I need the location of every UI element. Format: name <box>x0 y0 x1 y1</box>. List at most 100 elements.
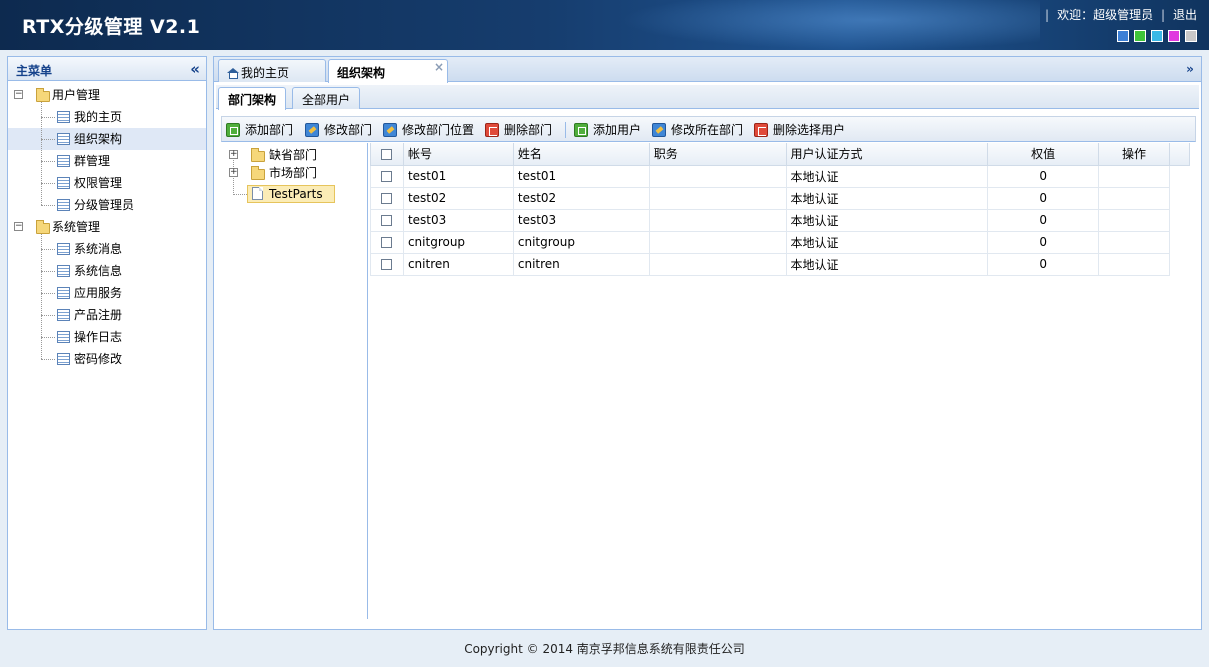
table-row[interactable]: cnitgroup cnitgroup 本地认证 0 <box>370 230 1190 254</box>
cell-auth: 本地认证 <box>785 208 989 232</box>
tab-home-label: 我的主页 <box>241 66 290 80</box>
menu-item-0-3[interactable]: 权限管理 <box>8 172 206 194</box>
cell-name: test03 <box>512 208 650 232</box>
col-op[interactable]: 操作 <box>1098 143 1170 166</box>
menu-group-1[interactable]: − 系统管理 <box>8 216 206 238</box>
close-icon[interactable]: × <box>434 60 444 74</box>
menu-item-0-4[interactable]: 分级管理员 <box>8 194 206 216</box>
delete-users-button[interactable]: 删除选择用户 <box>754 121 845 139</box>
row-checkbox[interactable] <box>370 252 404 276</box>
sidebar-title: 主菜单 <box>16 64 53 78</box>
cell-account: cnitren <box>402 252 514 276</box>
menu-item-label: 系统信息 <box>74 264 123 278</box>
cell-auth: 本地认证 <box>785 186 989 210</box>
menu-item-0-2[interactable]: 群管理 <box>8 150 206 172</box>
folder-icon <box>36 220 50 234</box>
edit-icon <box>305 123 319 137</box>
delete-dept-button[interactable]: 删除部门 <box>485 121 552 139</box>
row-checkbox[interactable] <box>370 164 404 188</box>
add-dept-button[interactable]: 添加部门 <box>226 121 293 139</box>
row-checkbox[interactable] <box>370 208 404 232</box>
subtab-users[interactable]: 全部用户 <box>292 87 361 109</box>
menu-item-label: 系统消息 <box>74 242 123 256</box>
collapse-left-icon[interactable]: « <box>190 60 200 78</box>
add-user-button[interactable]: 添加用户 <box>574 121 641 139</box>
list-icon <box>57 133 70 145</box>
col-account[interactable]: 帐号 <box>402 143 514 166</box>
footer: Copyright © 2014 南京孚邦信息系统有限责任公司 <box>464 642 745 656</box>
menu-item-0-0[interactable]: 我的主页 <box>8 106 206 128</box>
edit-dept-button[interactable]: 修改部门 <box>305 121 372 139</box>
select-all-checkbox[interactable] <box>370 143 404 166</box>
app-header: RTX分级管理 V2.1 | 欢迎：超级管理员 | 退出 <box>0 0 1209 50</box>
toolbar: 添加部门 修改部门 修改部门位置 删除部门 添加用户 修改所在部门 删除选择用户 <box>221 116 1196 142</box>
theme-swatch-cyan[interactable] <box>1151 30 1163 42</box>
expand-icon[interactable]: + <box>229 150 238 159</box>
home-icon <box>227 68 239 79</box>
cell-name: test02 <box>512 186 650 210</box>
folder-icon <box>251 148 265 162</box>
theme-swatch-blue[interactable] <box>1117 30 1129 42</box>
menu-item-1-2[interactable]: 应用服务 <box>8 282 206 304</box>
theme-swatch-pink[interactable] <box>1168 30 1180 42</box>
dept-node-testparts[interactable]: TestParts <box>269 185 323 203</box>
cell-op[interactable] <box>1098 164 1170 188</box>
expand-icon[interactable]: + <box>229 168 238 177</box>
menu-item-1-0[interactable]: 系统消息 <box>8 238 206 260</box>
table-row[interactable]: test03 test03 本地认证 0 <box>370 208 1190 232</box>
delete-icon <box>754 123 768 137</box>
theme-switcher <box>1117 30 1197 42</box>
table-body: test01 test01 本地认证 0 test02 test02 本地认证 … <box>370 164 1190 276</box>
user-bar: | 欢迎：超级管理员 | 退出 <box>1045 8 1197 22</box>
cell-op[interactable] <box>1098 186 1170 210</box>
cell-title <box>648 164 787 188</box>
cell-weight: 0 <box>987 164 1100 188</box>
move-dept-button[interactable]: 修改部门位置 <box>383 121 474 139</box>
dept-tree: + 缺省部门 + 市场部门 TestParts <box>221 143 368 619</box>
row-checkbox[interactable] <box>370 230 404 254</box>
list-icon <box>57 111 70 123</box>
cell-weight: 0 <box>987 230 1100 254</box>
theme-swatch-green[interactable] <box>1134 30 1146 42</box>
menu-item-1-1[interactable]: 系统信息 <box>8 260 206 282</box>
main-panel: 我的主页 组织架构 × » 部门架构 全部用户 添加部门 修改部门 修改部门位置… <box>213 56 1202 630</box>
file-icon <box>252 187 263 200</box>
cell-title <box>648 208 787 232</box>
collapse-icon[interactable]: − <box>14 222 23 231</box>
theme-swatch-gray[interactable] <box>1185 30 1197 42</box>
menu-item-label: 组织架构 <box>74 132 123 146</box>
subtab-dept[interactable]: 部门架构 <box>218 87 287 110</box>
cell-op[interactable] <box>1098 252 1170 276</box>
tab-home[interactable]: 我的主页 <box>218 59 326 82</box>
cell-auth: 本地认证 <box>785 252 989 276</box>
menu-item-1-5[interactable]: 密码修改 <box>8 348 206 370</box>
menu-item-1-4[interactable]: 操作日志 <box>8 326 206 348</box>
collapse-icon[interactable]: − <box>14 90 23 99</box>
logout-link[interactable]: 退出 <box>1173 8 1197 22</box>
menu-item-label: 密码修改 <box>74 352 123 366</box>
col-title[interactable]: 职务 <box>648 143 787 166</box>
folder-icon <box>36 88 50 102</box>
dept-node-market[interactable]: 市场部门 <box>269 164 317 182</box>
menu-item-1-3[interactable]: 产品注册 <box>8 304 206 326</box>
table-row[interactable]: test01 test01 本地认证 0 <box>370 164 1190 188</box>
tab-org[interactable]: 组织架构 × <box>328 59 448 83</box>
cell-op[interactable] <box>1098 208 1170 232</box>
cell-weight: 0 <box>987 252 1100 276</box>
menu-group-0[interactable]: − 用户管理 <box>8 84 206 106</box>
cell-op[interactable] <box>1098 230 1170 254</box>
cell-title <box>648 186 787 210</box>
list-icon <box>57 177 70 189</box>
edit-user-dept-button[interactable]: 修改所在部门 <box>652 121 743 139</box>
table-row[interactable]: cnitren cnitren 本地认证 0 <box>370 252 1190 276</box>
user-grid: 帐号 姓名 职务 用户认证方式 权值 操作 test01 test01 本地认证… <box>370 143 1191 276</box>
col-weight[interactable]: 权值 <box>987 143 1100 166</box>
col-auth[interactable]: 用户认证方式 <box>785 143 989 166</box>
dept-node-default[interactable]: 缺省部门 <box>269 146 317 164</box>
table-row[interactable]: test02 test02 本地认证 0 <box>370 186 1190 210</box>
chevron-down-icon[interactable]: » <box>1182 60 1198 78</box>
user-table: 帐号 姓名 职务 用户认证方式 权值 操作 test01 test01 本地认证… <box>370 143 1191 276</box>
row-checkbox[interactable] <box>370 186 404 210</box>
col-name[interactable]: 姓名 <box>512 143 650 166</box>
menu-item-0-1[interactable]: 组织架构 <box>8 128 206 150</box>
